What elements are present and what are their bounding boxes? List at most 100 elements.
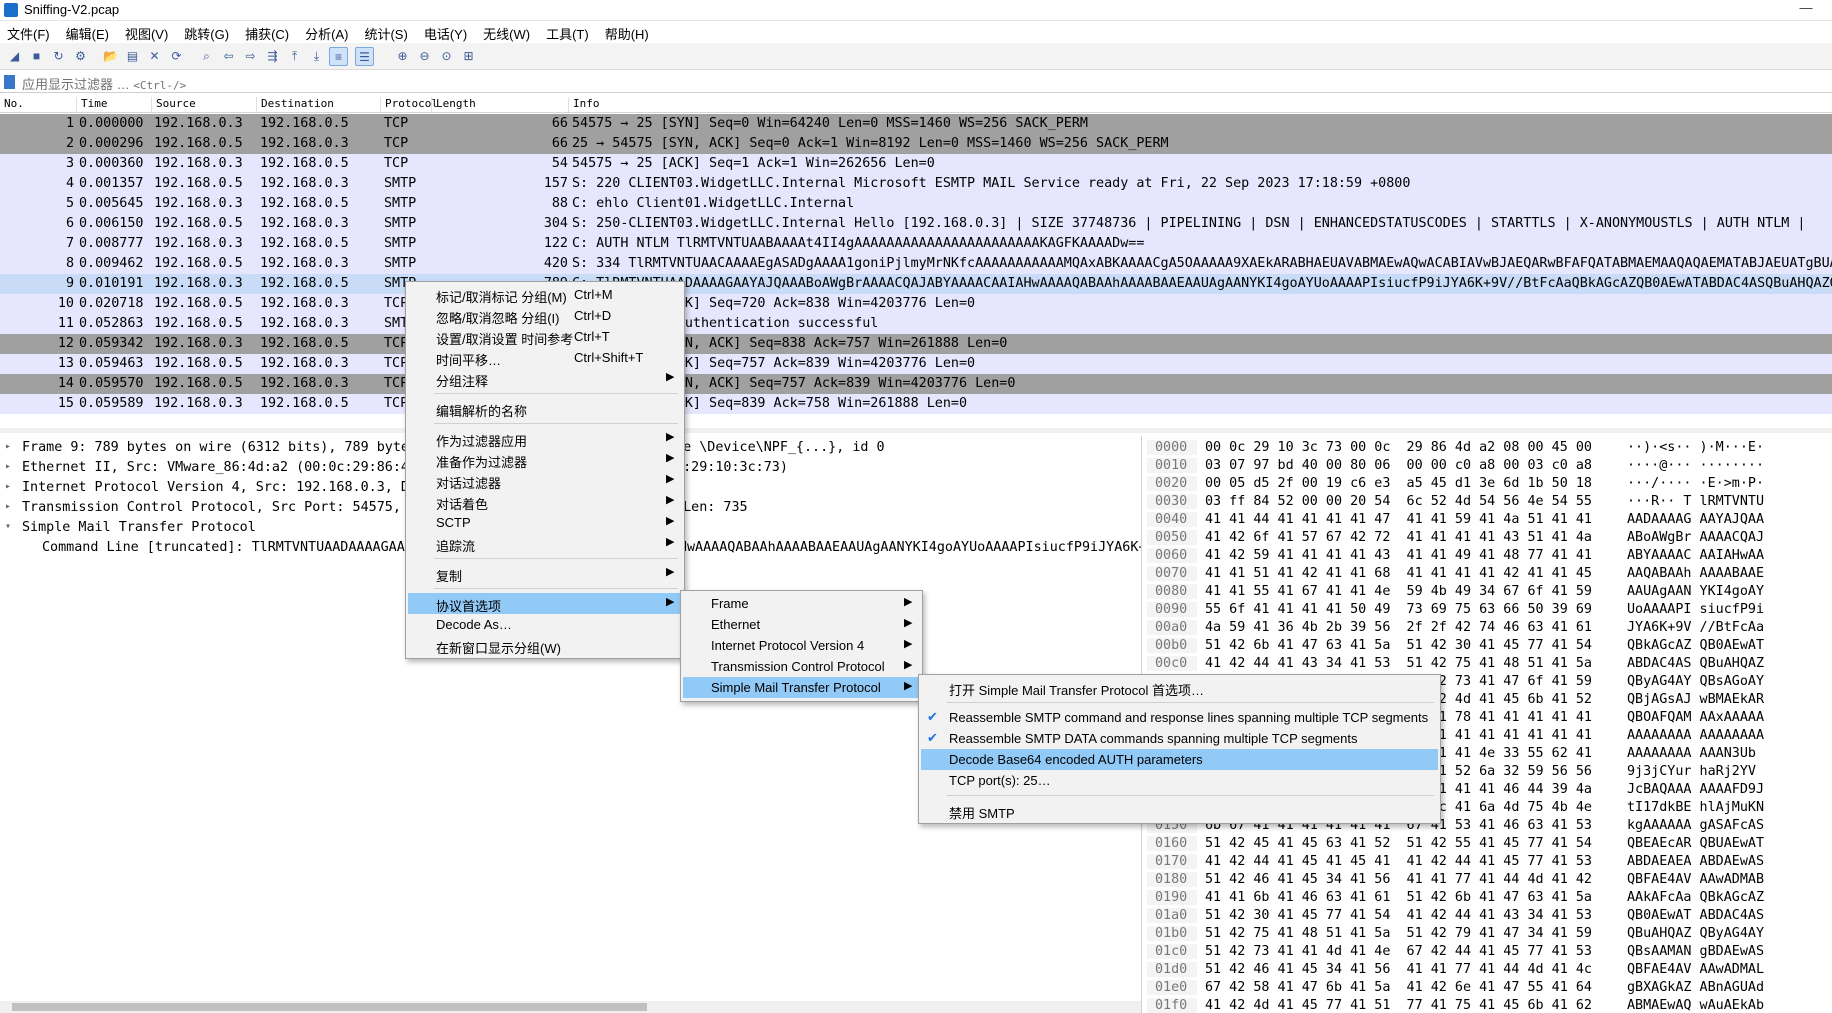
protocol-menu-item[interactable]: Frame ▶ xyxy=(683,593,920,614)
hex-row[interactable]: 0020 00 05 d5 2f 00 19 c6 e3 a5 45 d1 3e … xyxy=(1147,476,1832,494)
context-menu-item[interactable]: 编辑解析的名称 xyxy=(408,398,682,419)
hex-row[interactable]: 0060 41 42 59 41 41 41 41 43 41 41 49 41 … xyxy=(1147,548,1832,566)
autoscroll-icon[interactable]: ≡ xyxy=(329,47,348,66)
column-protocol[interactable]: Protocol xyxy=(380,97,438,112)
hex-row[interactable]: 0080 41 41 55 41 67 41 41 4e 59 4b 49 34 … xyxy=(1147,584,1832,602)
expand-right-icon[interactable]: ▸ xyxy=(5,441,11,452)
pane-splitter[interactable] xyxy=(0,428,1832,433)
packet-list[interactable]: No. Time Source Destination Protocol Len… xyxy=(0,94,1832,416)
zoom-in-icon[interactable]: ⊕ xyxy=(393,47,412,66)
column-length[interactable]: Length xyxy=(431,97,476,112)
table-row[interactable]: 3 0.000360 192.168.0.3 192.168.0.5 TCP 54 5457… xyxy=(0,154,1832,174)
menu-item[interactable]: 工具(T) xyxy=(539,21,598,43)
smtp-menu-item[interactable]: 打开 Simple Mail Transfer Protocol 首选项… xyxy=(921,677,1438,698)
context-menu-item[interactable]: 忽略/取消忽略 分组(I) Ctrl+D xyxy=(408,305,682,326)
context-menu-item[interactable]: 标记/取消标记 分组(M) Ctrl+M xyxy=(408,284,682,305)
go-to-packet-icon[interactable]: ⇶ xyxy=(263,47,282,66)
smtp-menu-item[interactable]: Decode Base64 encoded AUTH parameters xyxy=(921,749,1438,770)
column-time[interactable]: Time xyxy=(76,97,108,112)
menu-item[interactable]: 帮助(H) xyxy=(598,21,658,43)
table-row[interactable]: 8 0.009462 192.168.0.5 192.168.0.3 SMTP 420 S:… xyxy=(0,254,1832,274)
table-row[interactable]: 1 0.000000 192.168.0.3 192.168.0.5 TCP 66 5457… xyxy=(0,114,1832,134)
hex-row[interactable]: 0090 55 6f 41 41 41 41 50 49 73 69 75 63 … xyxy=(1147,602,1832,620)
menu-item[interactable]: 无线(W) xyxy=(476,21,539,43)
table-row[interactable]: 90.010191192.168.0.3192.168.0.5SMTP789C:… xyxy=(0,274,1832,294)
hex-row[interactable]: 00b0 51 42 6b 41 47 63 41 5a 51 42 30 41 … xyxy=(1147,638,1832,656)
hex-row[interactable]: 0040 41 41 44 41 41 41 41 47 41 41 59 41 … xyxy=(1147,512,1832,530)
column-no[interactable]: No. xyxy=(0,97,24,112)
display-filter-bar[interactable]: 应用显示过滤器 … <Ctrl-/> xyxy=(0,71,1832,93)
start-capture-icon[interactable]: ◢ xyxy=(5,47,24,66)
expand-right-icon[interactable]: ▸ xyxy=(5,501,11,512)
table-row[interactable]: 140.059570192.168.0.5192.168.0.3TCP6025 … xyxy=(0,374,1832,394)
table-row[interactable]: 5 0.005645 192.168.0.3 192.168.0.5 SMTP 88 C: … xyxy=(0,194,1832,214)
hex-row[interactable]: 0180 51 42 46 41 45 34 41 56 41 41 77 41 … xyxy=(1147,872,1832,890)
hex-row[interactable]: 0050 41 42 6f 41 57 67 42 72 41 41 41 41 … xyxy=(1147,530,1832,548)
resize-columns-icon[interactable]: ⊞ xyxy=(459,47,478,66)
context-menu-item[interactable]: 复制 ▶ xyxy=(408,563,682,584)
table-row[interactable]: 2 0.000296 192.168.0.5 192.168.0.3 TCP 66 25 →… xyxy=(0,134,1832,154)
context-menu-item[interactable]: 准备作为过滤器 ▶ xyxy=(408,449,682,470)
zoom-normal-icon[interactable]: ⊙ xyxy=(437,47,456,66)
hex-row[interactable]: 01f0 41 42 4d 41 45 77 41 51 77 41 75 41 … xyxy=(1147,998,1832,1013)
menu-item[interactable]: 捕获(C) xyxy=(238,21,298,43)
expand-right-icon[interactable]: ▸ xyxy=(5,481,11,492)
expand-down-icon[interactable]: ▾ xyxy=(5,521,11,532)
first-packet-icon[interactable]: ⤒ xyxy=(285,47,304,66)
column-source[interactable]: Source xyxy=(151,97,196,112)
table-row[interactable]: 150.059589192.168.0.3192.168.0.5TCP54545… xyxy=(0,394,1832,414)
hex-row[interactable]: 00c0 41 42 44 41 43 34 41 53 51 42 75 41 … xyxy=(1147,656,1832,674)
hex-row[interactable]: 01c0 51 42 73 41 41 4d 41 4e 67 42 44 41 … xyxy=(1147,944,1832,962)
context-menu-item[interactable]: 追踪流 ▶ xyxy=(408,533,682,554)
column-destination[interactable]: Destination xyxy=(256,97,334,112)
context-menu-item[interactable]: 作为过滤器应用 ▶ xyxy=(408,428,682,449)
smtp-menu-item[interactable]: TCP port(s): 25… xyxy=(921,770,1438,791)
menu-item[interactable]: 跳转(G) xyxy=(177,21,238,43)
table-row[interactable]: 120.059342192.168.0.3192.168.0.5TCP54545… xyxy=(0,334,1832,354)
smtp-menu-item[interactable]: 禁用 SMTP xyxy=(921,800,1438,821)
hex-row[interactable]: 01b0 51 42 75 41 48 51 41 5a 51 42 79 41 … xyxy=(1147,926,1832,944)
menu-item[interactable]: 文件(F) xyxy=(0,21,59,43)
table-row[interactable]: 4 0.001357 192.168.0.5 192.168.0.3 SMTP 157 S:… xyxy=(0,174,1832,194)
context-menu-item[interactable]: 对话着色 ▶ xyxy=(408,491,682,512)
column-info[interactable]: Info xyxy=(568,97,600,112)
menu-item[interactable]: 视图(V) xyxy=(118,21,177,43)
menu-item[interactable]: 分析(A) xyxy=(298,21,357,43)
bookmark-icon[interactable] xyxy=(4,75,15,89)
menu-item[interactable]: 编辑(E) xyxy=(59,21,118,43)
minimize-button[interactable]: — xyxy=(1786,0,1826,21)
find-packet-icon[interactable]: ⌕ xyxy=(197,47,216,66)
go-forward-icon[interactable]: ⇨ xyxy=(241,47,260,66)
context-menu-item[interactable]: SCTP ▶ xyxy=(408,512,682,533)
go-back-icon[interactable]: ⇦ xyxy=(219,47,238,66)
close-file-icon[interactable]: ✕ xyxy=(145,47,164,66)
last-packet-icon[interactable]: ⤓ xyxy=(307,47,326,66)
table-row[interactable]: 100.020718192.168.0.5192.168.0.3TCP6025 … xyxy=(0,294,1832,314)
restart-capture-icon[interactable]: ↻ xyxy=(49,47,68,66)
save-file-icon[interactable]: ▤ xyxy=(123,47,142,66)
capture-options-icon[interactable]: ⚙ xyxy=(71,47,90,66)
hex-row[interactable]: 0170 41 42 44 41 45 41 45 41 41 42 44 41 … xyxy=(1147,854,1832,872)
menu-item[interactable]: 电话(Y) xyxy=(417,21,476,43)
details-horizontal-scrollbar[interactable] xyxy=(0,1001,1141,1013)
zoom-out-icon[interactable]: ⊖ xyxy=(415,47,434,66)
hex-row[interactable]: 01a0 51 42 30 41 45 77 41 54 41 42 44 41 … xyxy=(1147,908,1832,926)
context-menu-item[interactable]: 设置/取消设置 时间参考 Ctrl+T xyxy=(408,326,682,347)
protocol-menu-item[interactable]: Ethernet ▶ xyxy=(683,614,920,635)
context-menu-item[interactable]: 分组注释 ▶ xyxy=(408,368,682,389)
table-row[interactable]: 6 0.006150 192.168.0.5 192.168.0.3 SMTP 304 S:… xyxy=(0,214,1832,234)
context-menu-item[interactable]: 在新窗口显示分组(W) xyxy=(408,635,682,656)
protocol-menu-item[interactable]: Internet Protocol Version 4 ▶ xyxy=(683,635,920,656)
context-menu-item[interactable]: 协议首选项 ▶ xyxy=(408,593,682,614)
hex-row[interactable]: 0010 03 07 97 bd 40 00 80 06 00 00 c0 a8 … xyxy=(1147,458,1832,476)
table-row[interactable]: 110.052863192.168.0.5192.168.0.3SMTP93S:… xyxy=(0,314,1832,334)
hex-row[interactable]: 0160 51 42 45 41 45 63 41 52 51 42 55 41 … xyxy=(1147,836,1832,854)
stop-capture-icon[interactable]: ■ xyxy=(27,47,46,66)
reload-file-icon[interactable]: ⟳ xyxy=(167,47,186,66)
hex-row[interactable]: 00a0 4a 59 41 36 4b 2b 39 56 2f 2f 42 74 … xyxy=(1147,620,1832,638)
protocol-menu-item[interactable]: Simple Mail Transfer Protocol ▶ xyxy=(683,677,920,698)
display-filter-input[interactable]: 应用显示过滤器 … <Ctrl-/> xyxy=(22,74,186,93)
context-menu-item[interactable]: Decode As… xyxy=(408,614,682,635)
protocol-menu-item[interactable]: Transmission Control Protocol ▶ xyxy=(683,656,920,677)
hex-row[interactable]: 0000 00 0c 29 10 3c 73 00 0c 29 86 4d a2 … xyxy=(1147,440,1832,458)
